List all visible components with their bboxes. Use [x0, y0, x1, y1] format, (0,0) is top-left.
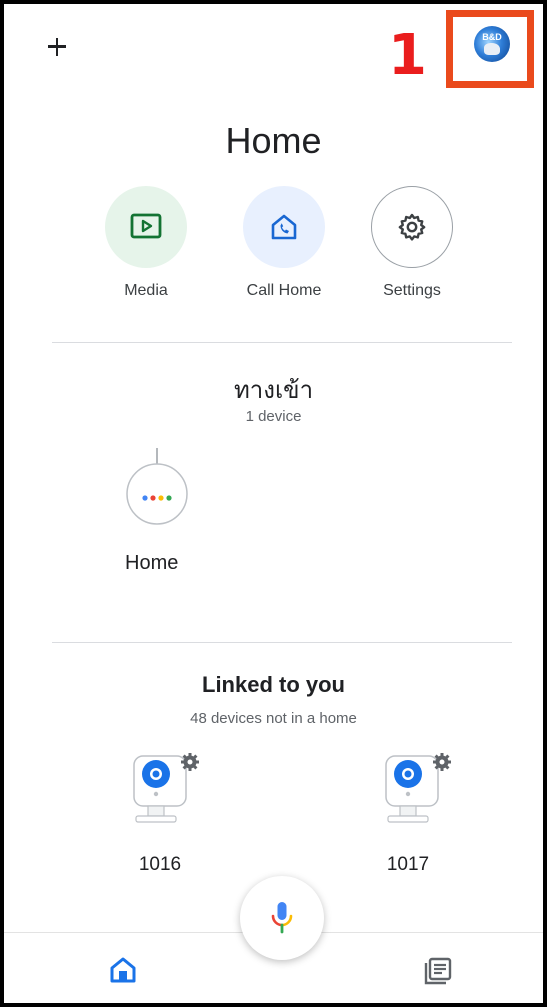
call-home-icon — [271, 214, 297, 240]
microphone-icon — [271, 902, 293, 934]
annotation-step-number: 1 — [388, 23, 427, 88]
settings-label: Settings — [383, 282, 441, 299]
smart-speaker-icon — [126, 448, 188, 525]
device-home-speaker[interactable] — [122, 446, 192, 536]
camera-icon — [133, 753, 199, 823]
call-home-button[interactable] — [243, 186, 325, 268]
assistant-mic-button[interactable] — [240, 876, 324, 960]
gear-icon — [398, 213, 426, 241]
device-camera-1016[interactable] — [126, 748, 206, 828]
feed-icon — [424, 957, 452, 985]
room-title: ทางเข้า — [233, 377, 314, 404]
linked-subtitle: 48 devices not in a home — [190, 710, 357, 727]
page-title: Home — [225, 120, 322, 161]
nav-home-tab[interactable] — [106, 953, 140, 987]
divider — [52, 342, 512, 343]
account-avatar[interactable]: B&D — [474, 26, 510, 62]
media-label: Media — [124, 282, 168, 299]
app-screen: 1 B&D Home Media Call Home Settings ทางเ… — [4, 4, 543, 1003]
settings-button[interactable] — [371, 186, 453, 268]
media-action[interactable]: Media — [86, 186, 206, 300]
avatar-text: B&D — [482, 32, 502, 42]
settings-action[interactable]: Settings — [352, 186, 472, 300]
device-label-1016: 1016 — [138, 854, 182, 875]
play-icon — [130, 213, 162, 239]
device-camera-1017[interactable] — [378, 748, 458, 828]
camera-icon — [385, 753, 451, 823]
add-button[interactable] — [42, 30, 78, 66]
media-button[interactable] — [105, 186, 187, 268]
home-icon — [110, 957, 136, 983]
nav-feed-tab[interactable] — [422, 953, 456, 987]
call-home-label: Call Home — [246, 282, 322, 299]
divider — [52, 642, 512, 643]
room-device-count: 1 device — [245, 408, 302, 425]
device-home-label: Home — [125, 552, 179, 574]
device-label-1017: 1017 — [386, 854, 430, 875]
call-home-action[interactable]: Call Home — [224, 186, 344, 300]
linked-title: Linked to you — [202, 672, 345, 697]
